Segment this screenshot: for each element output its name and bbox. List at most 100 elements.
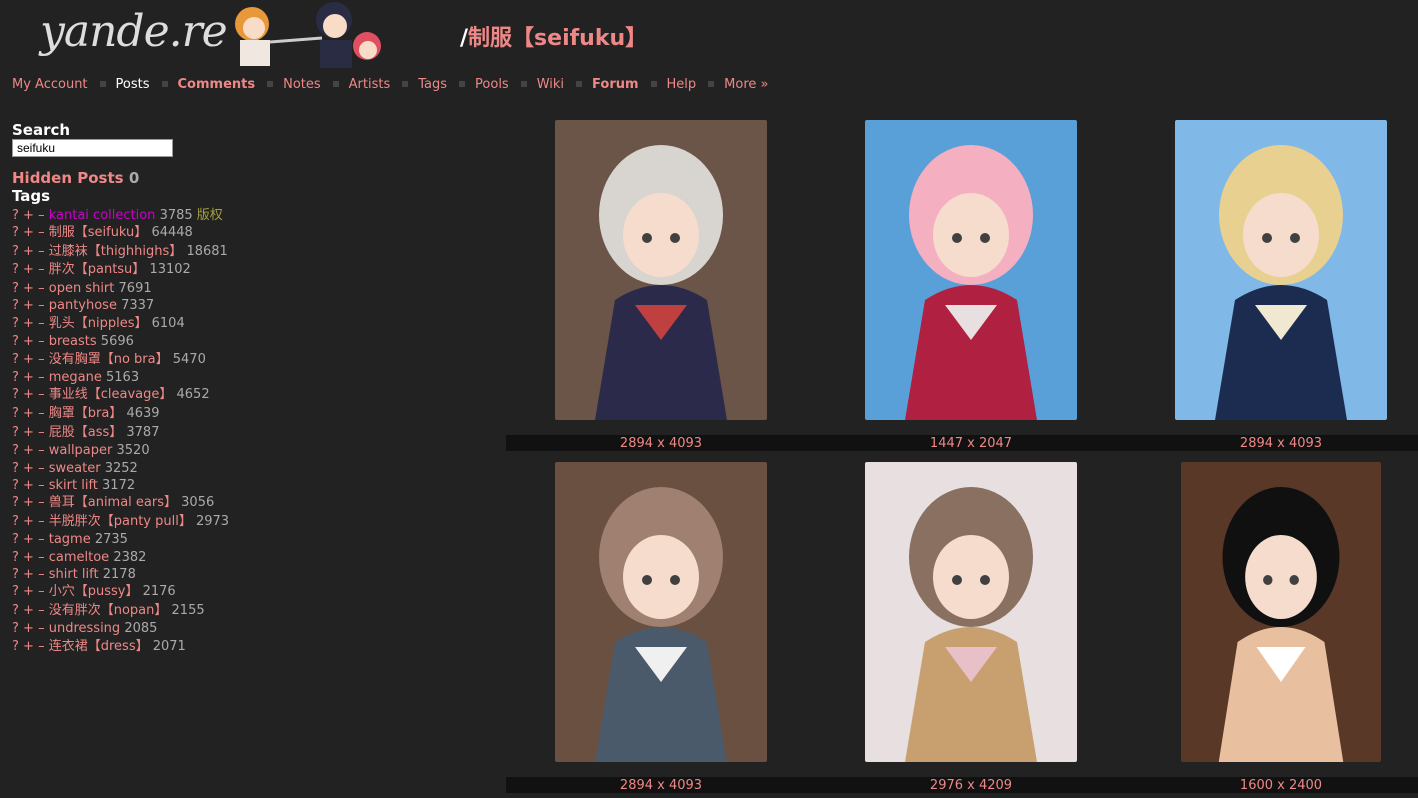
tag-name-link[interactable]: 小穴【pussy】 [49,584,139,599]
tag-name-link[interactable]: megane [49,370,102,385]
tag-name-link[interactable]: tagme [49,532,91,547]
tag-name-link[interactable]: cameltoe [49,550,109,565]
tag-wiki-link[interactable]: ? [12,584,19,599]
tag-wiki-link[interactable]: ? [12,461,19,476]
menu-item-pools[interactable]: Pools [475,77,509,92]
tag-name-link[interactable]: 事业线【cleavage】 [49,387,173,402]
menu-link[interactable]: Tags [418,77,447,92]
tag-exclude-link[interactable]: – [38,334,45,349]
menu-item-forum[interactable]: Forum [592,77,639,92]
tag-name-link[interactable]: 没有胖次【nopan】 [49,603,168,618]
tag-exclude-link[interactable]: – [38,281,45,296]
tag-name-link[interactable]: 胖次【pantsu】 [49,262,146,277]
tag-exclude-link[interactable]: – [38,316,45,331]
tag-add-link[interactable]: + [23,281,34,296]
tag-add-link[interactable]: + [23,208,34,223]
tag-name-link[interactable]: sweater [49,461,101,476]
tag-exclude-link[interactable]: – [38,550,45,565]
tag-wiki-link[interactable]: ? [12,425,19,440]
tag-add-link[interactable]: + [23,621,34,636]
tag-wiki-link[interactable]: ? [12,262,19,277]
title-tag[interactable]: 制服【seifuku】 [468,26,647,51]
tag-wiki-link[interactable]: ? [12,443,19,458]
tag-name-link[interactable]: 过膝袜【thighhighs】 [49,244,183,259]
tag-exclude-link[interactable]: – [38,532,45,547]
tag-wiki-link[interactable]: ? [12,495,19,510]
tag-exclude-link[interactable]: – [38,639,45,654]
mascot-image[interactable] [222,2,392,68]
hidden-posts-label[interactable]: Hidden Posts [12,169,124,187]
tag-exclude-link[interactable]: – [38,406,45,421]
menu-link[interactable]: Notes [283,77,321,92]
tag-exclude-link[interactable]: – [38,478,45,493]
tag-add-link[interactable]: + [23,603,34,618]
tag-wiki-link[interactable]: ? [12,225,19,240]
tag-add-link[interactable]: + [23,550,34,565]
tag-add-link[interactable]: + [23,370,34,385]
tag-add-link[interactable]: + [23,316,34,331]
tag-exclude-link[interactable]: – [38,387,45,402]
tag-exclude-link[interactable]: – [38,443,45,458]
tag-add-link[interactable]: + [23,298,34,313]
post-dimensions-link[interactable]: 1447 x 2047 [865,436,1077,451]
menu-item-my-account[interactable]: My Account [12,77,88,92]
tag-exclude-link[interactable]: – [38,298,45,313]
tag-name-link[interactable]: skirt lift [49,478,98,493]
menu-item-comments[interactable]: Comments [178,77,256,92]
menu-link[interactable]: My Account [12,77,88,92]
tag-wiki-link[interactable]: ? [12,621,19,636]
tag-add-link[interactable]: + [23,567,34,582]
tag-exclude-link[interactable]: – [38,225,45,240]
menu-item-more[interactable]: More » [724,77,768,92]
tag-exclude-link[interactable]: – [38,461,45,476]
tag-exclude-link[interactable]: – [38,514,45,529]
search-input[interactable] [12,139,173,157]
tag-wiki-link[interactable]: ? [12,352,19,367]
tag-wiki-link[interactable]: ? [12,298,19,313]
post-thumbnail[interactable] [555,120,767,420]
tag-exclude-link[interactable]: – [38,621,45,636]
post-dimensions-link[interactable]: 2894 x 4093 [555,436,767,451]
tag-name-link[interactable]: 屁股【ass】 [49,425,123,440]
tag-name-link[interactable]: 半脱胖次【panty pull】 [49,514,192,529]
menu-item-help[interactable]: Help [667,77,697,92]
post-thumbnail[interactable] [1175,120,1387,420]
tag-exclude-link[interactable]: – [38,425,45,440]
post-dimensions-link[interactable]: 2894 x 4093 [555,778,767,793]
menu-link[interactable]: More » [724,77,768,92]
tag-wiki-link[interactable]: ? [12,478,19,493]
tag-exclude-link[interactable]: – [38,352,45,367]
tag-name-link[interactable]: breasts [49,334,97,349]
menu-link[interactable]: Artists [349,77,391,92]
tag-add-link[interactable]: + [23,461,34,476]
tag-wiki-link[interactable]: ? [12,387,19,402]
tag-wiki-link[interactable]: ? [12,514,19,529]
tag-name-link[interactable]: shirt lift [49,567,99,582]
tag-add-link[interactable]: + [23,584,34,599]
tag-wiki-link[interactable]: ? [12,406,19,421]
post-thumbnail[interactable] [555,462,767,762]
site-logo[interactable]: yande.re [40,6,228,57]
tag-name-link[interactable]: 没有胸罩【no bra】 [49,352,169,367]
tag-exclude-link[interactable]: – [38,244,45,259]
tag-wiki-link[interactable]: ? [12,639,19,654]
tag-add-link[interactable]: + [23,387,34,402]
tag-wiki-link[interactable]: ? [12,334,19,349]
tag-add-link[interactable]: + [23,425,34,440]
tag-add-link[interactable]: + [23,406,34,421]
tag-name-link[interactable]: open shirt [49,281,115,296]
post-thumbnail[interactable] [865,120,1077,420]
tag-wiki-link[interactable]: ? [12,532,19,547]
tag-wiki-link[interactable]: ? [12,208,19,223]
tag-name-link[interactable]: 连衣裙【dress】 [49,639,149,654]
tag-add-link[interactable]: + [23,514,34,529]
tag-name-link[interactable]: 制服【seifuku】 [49,225,148,240]
menu-link[interactable]: Wiki [537,77,564,92]
tag-exclude-link[interactable]: – [38,603,45,618]
tag-add-link[interactable]: + [23,225,34,240]
tag-wiki-link[interactable]: ? [12,603,19,618]
post-dimensions-link[interactable]: 1600 x 2400 [1175,778,1387,793]
tag-add-link[interactable]: + [23,334,34,349]
tag-add-link[interactable]: + [23,262,34,277]
tag-name-link[interactable]: 乳头【nipples】 [49,316,148,331]
